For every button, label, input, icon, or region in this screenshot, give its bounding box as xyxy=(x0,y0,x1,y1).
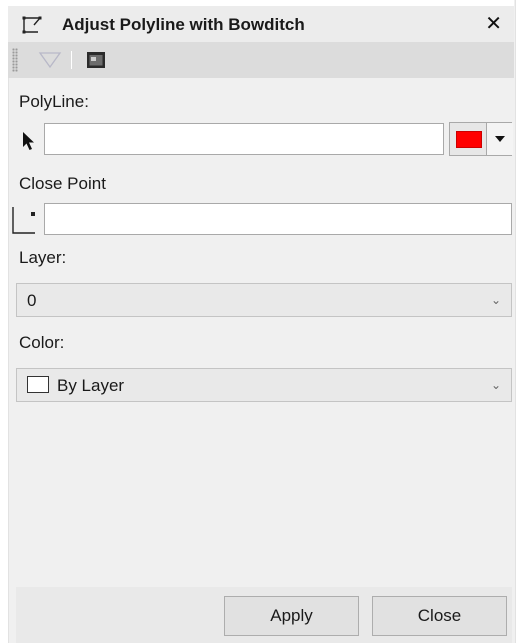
color-swatch-icon xyxy=(27,376,49,393)
close-point-input[interactable] xyxy=(44,203,512,235)
polyline-color-picker[interactable] xyxy=(449,122,513,156)
grip-icon[interactable] xyxy=(12,48,18,72)
layer-select[interactable]: 0 ⌄ xyxy=(16,283,512,317)
color-swatch xyxy=(456,131,482,148)
chevron-down-icon: ⌄ xyxy=(490,378,501,392)
layer-label: Layer: xyxy=(19,248,67,267)
toolbar-separator xyxy=(71,51,72,69)
color-select[interactable]: By Layer ⌄ xyxy=(16,368,512,402)
polyline-icon xyxy=(22,16,42,34)
point-pick-icon[interactable] xyxy=(10,205,36,235)
chevron-down-icon: ⌄ xyxy=(490,293,501,307)
select-arrow-icon[interactable] xyxy=(21,131,35,151)
color-label: Color: xyxy=(19,333,65,352)
title-bar: Adjust Polyline with Bowditch ✕ xyxy=(8,6,514,42)
toolbar xyxy=(8,42,514,78)
close-icon[interactable]: ✕ xyxy=(485,12,502,36)
polyline-label: PolyLine: xyxy=(19,92,89,111)
close-button[interactable]: Close xyxy=(372,596,507,636)
polyline-input[interactable] xyxy=(44,123,444,155)
apply-button[interactable]: Apply xyxy=(224,596,359,636)
chevron-down-icon[interactable] xyxy=(486,123,513,155)
layer-value: 0 xyxy=(27,291,37,310)
color-value: By Layer xyxy=(57,376,125,395)
window-icon[interactable] xyxy=(86,51,106,69)
filter-funnel-icon[interactable] xyxy=(38,50,62,70)
close-point-label: Close Point xyxy=(19,174,106,193)
window-title: Adjust Polyline with Bowditch xyxy=(62,15,305,34)
